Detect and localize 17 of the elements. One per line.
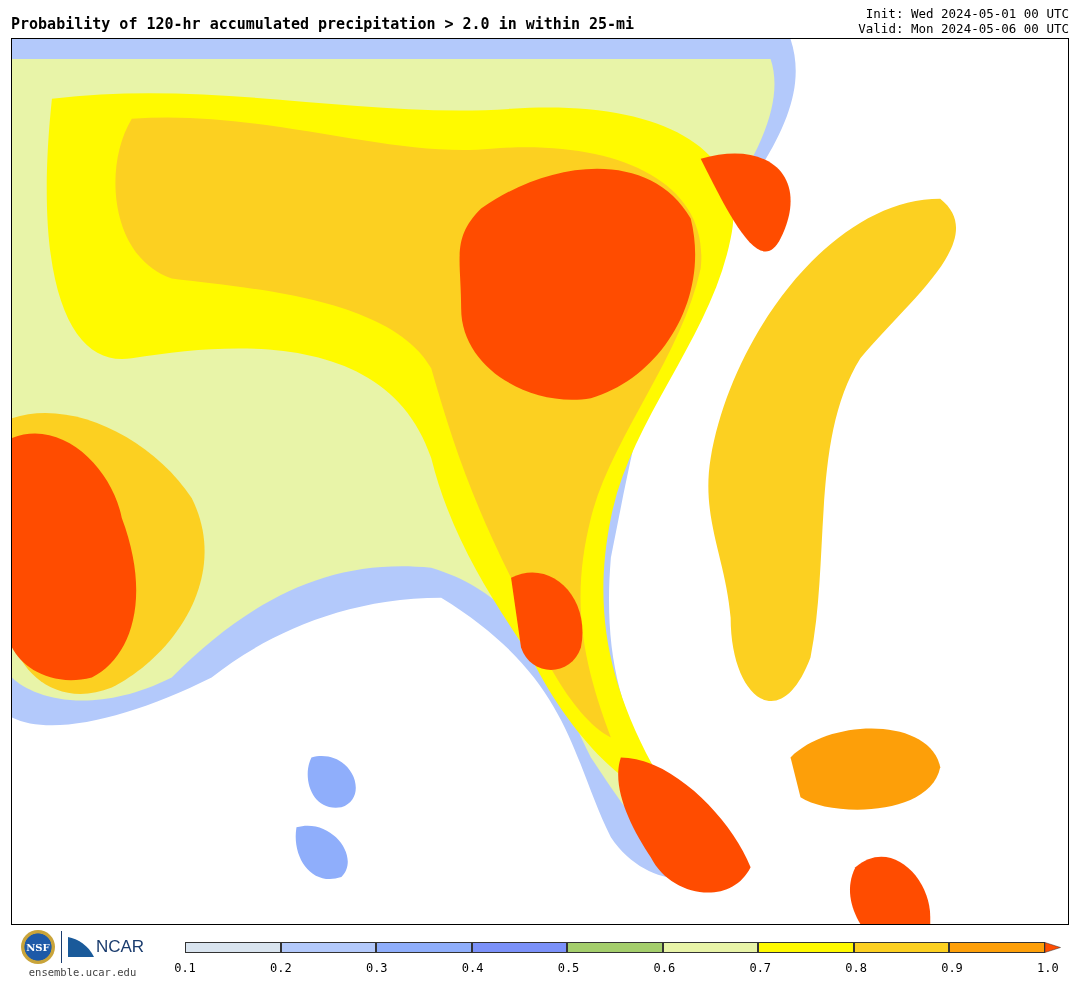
ncar-logo-text: NCAR [95,937,145,957]
colorbar-tick-label: 1.0 [1036,961,1060,975]
init-time: Init: Wed 2024-05-01 00 UTC [865,6,1069,21]
chart-title: Probability of 120-hr accumulated precipitation > 2.0 in within 25-mi [11,15,635,35]
colorbar-tick-label: 0.3 [364,961,389,975]
valid-time: Valid: Mon 2024-05-06 00 UTC [858,21,1069,36]
colorbar-tick-label: 0.6 [652,961,677,975]
colorbar-tick-label: 0.2 [269,961,293,975]
colorbar-tick-label: 0.1 [173,961,197,975]
colorbar-tick-label: 0.7 [748,961,773,975]
colorbar-tick-label: 0.9 [940,961,964,975]
ncar-logo-icon [67,937,94,957]
colorbar-tick-label: 0.4 [460,961,485,975]
colorbar-tick-label: 0.8 [844,961,868,975]
nsf-logo: NSF [20,930,55,964]
site-url: ensemble.ucar.edu [28,966,137,978]
colorbar-tick-label: 0.5 [556,961,581,975]
